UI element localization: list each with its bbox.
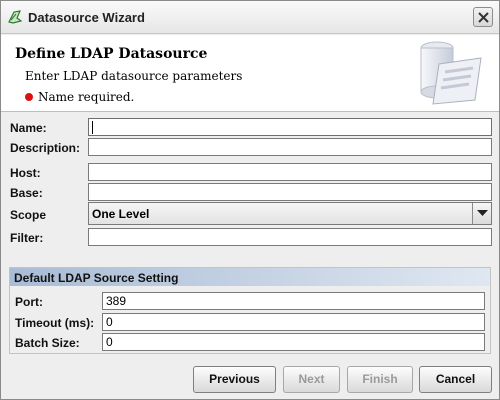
name-field[interactable] [88,118,492,136]
finish-button[interactable]: Finish [347,366,413,393]
scope-dropdown-button[interactable] [472,203,491,224]
source-settings-header: Default LDAP Source Setting [10,268,490,286]
batch-size-label: Batch Size: [15,336,80,350]
scope-label: Scope [10,208,47,222]
close-button[interactable] [473,7,493,27]
host-field[interactable] [88,163,492,181]
host-label: Host: [10,166,41,180]
timeout-field[interactable]: 0 [102,313,485,331]
page-title: Define LDAP Datasource [15,46,208,62]
cancel-button[interactable]: Cancel [419,366,492,393]
previous-button[interactable]: Previous [193,366,276,393]
page-subtitle: Enter LDAP datasource parameters [25,69,243,83]
close-icon [478,12,489,23]
port-label: Port: [15,295,43,309]
window-title: Datasource Wizard [28,10,145,25]
name-label: Name: [10,121,47,135]
wizard-header: Define LDAP Datasource Enter LDAP dataso… [1,35,499,112]
description-field[interactable] [88,138,492,156]
wizard-app-icon [8,10,23,24]
scope-select[interactable]: One Level [88,202,492,225]
datasource-wizard-window: Datasource Wizard Define LDAP Datasource… [0,0,500,400]
datasource-graphic-icon [420,41,482,105]
next-button[interactable]: Next [283,366,340,393]
validation-text: Name required. [38,90,135,104]
timeout-label: Timeout (ms): [15,316,95,330]
base-label: Base: [10,186,43,200]
chevron-down-icon [477,210,488,216]
error-icon [25,93,33,101]
validation-message: Name required. [25,90,134,104]
filter-field[interactable] [88,228,492,246]
batch-size-field[interactable]: 0 [102,333,485,351]
base-field[interactable] [88,183,492,201]
scope-selected-value: One Level [92,207,150,221]
port-field[interactable]: 389 [102,292,485,310]
description-label: Description: [10,141,81,155]
source-settings-title: Default LDAP Source Setting [14,271,179,285]
text-cursor [92,121,93,134]
title-bar: Datasource Wizard [1,1,499,34]
filter-label: Filter: [10,231,44,245]
